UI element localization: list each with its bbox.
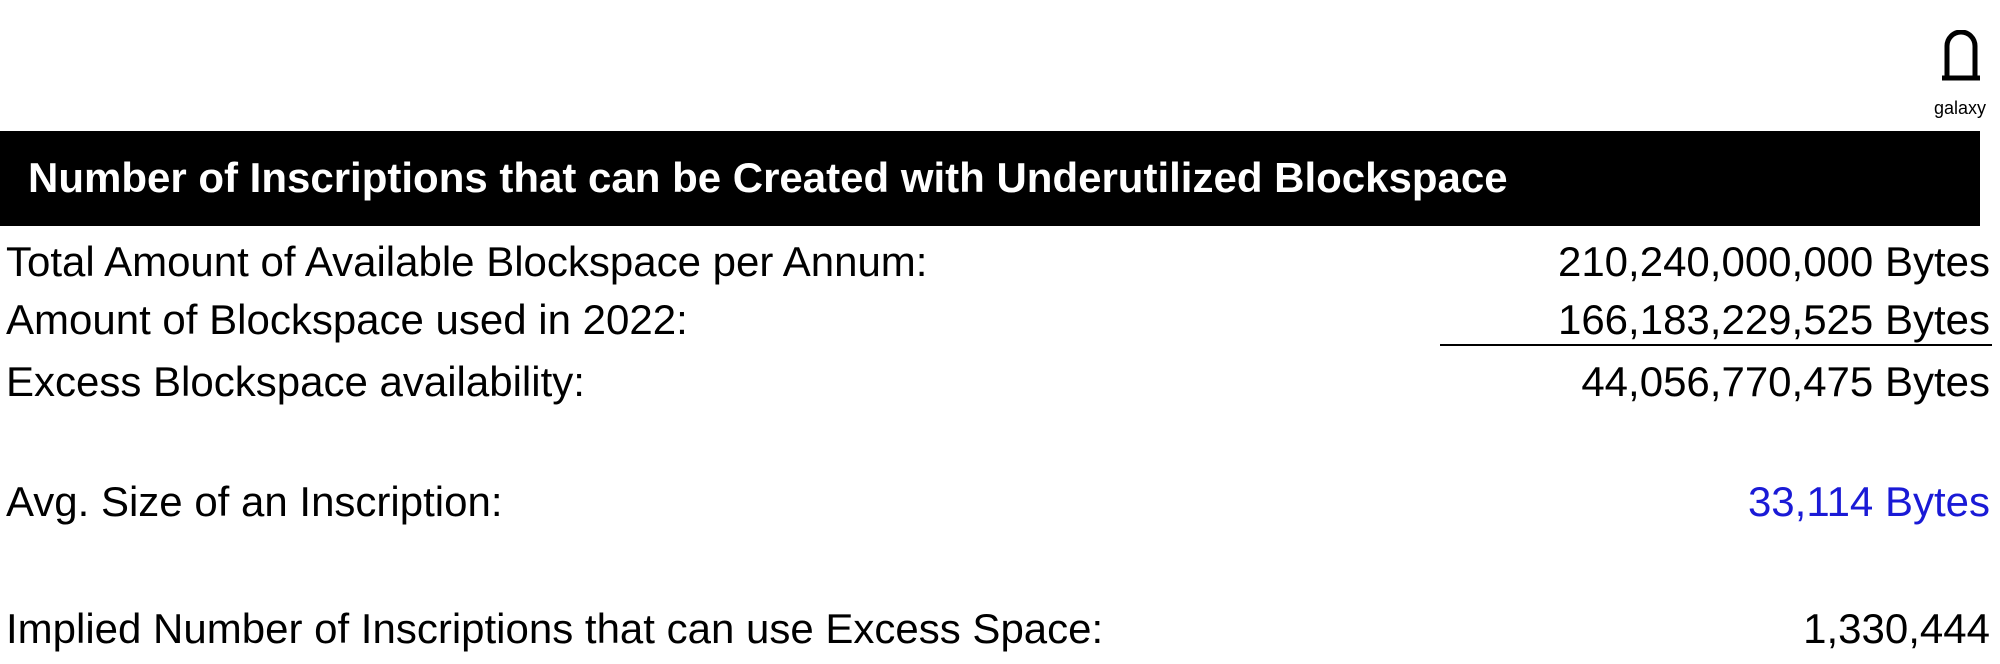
row-value: 210,240,000,000 Bytes (1557, 238, 1990, 285)
galaxy-logo: galaxy (1920, 30, 2000, 120)
row-value-input: 33,114 Bytes (1747, 478, 1990, 525)
row-label: Total Amount of Available Blockspace per… (6, 238, 928, 285)
row-label: Excess Blockspace availability: (6, 358, 585, 405)
subtotal-rule (1440, 344, 1992, 346)
row-avg-inscription-size: Avg. Size of an Inscription: 33,114 Byte… (0, 474, 1990, 530)
galaxy-logo-text: galaxy (1933, 98, 1987, 118)
row-value: 166,183,229,525 Bytes (1557, 296, 1990, 343)
row-label: Amount of Blockspace used in 2022: (6, 296, 688, 343)
row-used-blockspace: Amount of Blockspace used in 2022: 166,1… (0, 292, 1990, 348)
row-total-blockspace: Total Amount of Available Blockspace per… (0, 234, 1990, 290)
row-label: Implied Number of Inscriptions that can … (6, 605, 1104, 652)
row-value: 1,330,444 (1803, 605, 1990, 652)
galaxy-logo-icon (1942, 30, 1980, 81)
row-implied-inscriptions: Implied Number of Inscriptions that can … (0, 601, 1990, 657)
row-excess-blockspace: Excess Blockspace availability: 44,056,7… (0, 354, 1990, 410)
table-title: Number of Inscriptions that can be Creat… (28, 154, 1508, 201)
row-label: Avg. Size of an Inscription: (6, 478, 503, 525)
table-header-bar: Number of Inscriptions that can be Creat… (0, 131, 1980, 226)
row-value: 44,056,770,475 Bytes (1581, 358, 1990, 405)
